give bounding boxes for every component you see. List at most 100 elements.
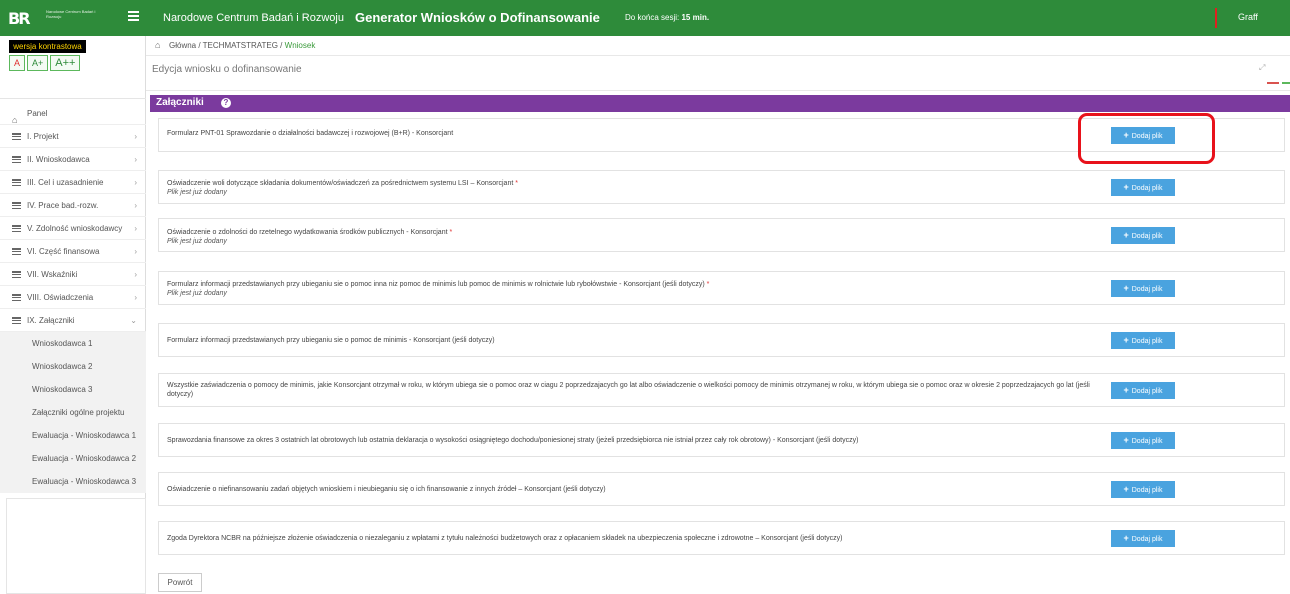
sidebar-item-projekt[interactable]: I. Projekt › <box>0 125 146 148</box>
sidebar-subitem-wnioskodawca-1[interactable]: Wnioskodawca 1 <box>0 332 146 355</box>
sidebar-item-zdolnosc[interactable]: V. Zdolność wnioskodawcy › <box>0 217 146 240</box>
attachment-title: Formularz informacji przedstawianych prz… <box>167 281 705 288</box>
add-file-button[interactable]: + Dodaj plik <box>1111 179 1175 196</box>
sidebar-subitem-ewaluacja-1[interactable]: Ewaluacja - Wnioskodawca 1 <box>0 424 146 447</box>
sidebar-subitem-wnioskodawca-2[interactable]: Wnioskodawca 2 <box>0 355 146 378</box>
sidebar-item-label: I. Projekt <box>27 132 59 141</box>
user-divider <box>1215 8 1217 28</box>
sidebar-item-label: IV. Prace bad.-rozw. <box>27 201 99 210</box>
sidebar-subitem-zalaczniki-ogolne[interactable]: Załączniki ogólne projektu <box>0 401 146 424</box>
plus-icon: + <box>1123 484 1129 494</box>
home-icon[interactable]: ⌂ <box>155 40 160 50</box>
sidebar-item-label: Panel <box>27 109 48 118</box>
add-file-button[interactable]: + Dodaj plik <box>1111 481 1175 498</box>
logo[interactable]: BR Narodowe Centrum Badań i Rozwoju <box>0 0 145 36</box>
attachment-title: Formularz PNT-01 Sprawozdanie o działaln… <box>167 130 454 137</box>
add-file-button[interactable]: + Dodaj plik <box>1111 227 1175 244</box>
breadcrumb-trail: Główna / TECHMATSTRATEG / Wniosek <box>169 41 315 50</box>
contrast-toggle-button[interactable]: wersja kontrastowa <box>9 40 86 53</box>
expand-icon[interactable]: ⤢ <box>1259 63 1265 73</box>
plus-icon: + <box>1123 230 1129 240</box>
font-size-medium-button[interactable]: A+ <box>27 55 49 71</box>
breadcrumb-separator: / <box>280 41 283 50</box>
list-icon <box>12 248 21 256</box>
sidebar-item-oswiadczenia[interactable]: VIII. Oświadczenia › <box>0 286 146 309</box>
chevron-right-icon: › <box>134 224 137 233</box>
sidebar-subitem-ewaluacja-3[interactable]: Ewaluacja - Wnioskodawca 3 <box>0 470 146 493</box>
attachment-label: Sprawozdania finansowe za okres 3 ostatn… <box>167 436 858 445</box>
sidebar-item-zalaczniki[interactable]: IX. Załączniki ⌄ <box>0 309 146 332</box>
add-file-label: Dodaj plik <box>1131 536 1163 543</box>
sidebar-subitem-ewaluacja-2[interactable]: Ewaluacja - Wnioskodawca 2 <box>0 447 146 470</box>
attachment-label: Formularz PNT-01 Sprawozdanie o działaln… <box>167 129 453 138</box>
add-file-label: Dodaj plik <box>1131 338 1163 345</box>
attachment-label: Wszystkie zaświadczenia o pomocy de mini… <box>167 381 1102 399</box>
sidebar-item-label: IX. Załączniki <box>27 316 75 325</box>
app-title: Generator Wniosków o Dofinansowanie <box>355 10 600 25</box>
chevron-right-icon: › <box>134 132 137 141</box>
chevron-right-icon: › <box>134 247 137 256</box>
sidebar-subitem-wnioskodawca-3[interactable]: Wnioskodawca 3 <box>0 378 146 401</box>
required-marker: * <box>706 281 710 288</box>
breadcrumb-item-current[interactable]: Wniosek <box>285 41 316 50</box>
add-file-label: Dodaj plik <box>1131 286 1163 293</box>
sidebar-item-finanse[interactable]: VI. Część finansowa › <box>0 240 146 263</box>
sidebar-item-wnioskodawca[interactable]: II. Wnioskodawca › <box>0 148 146 171</box>
required-marker: * <box>449 229 453 236</box>
list-icon <box>12 202 21 210</box>
plus-icon: + <box>1123 182 1129 192</box>
font-size-large-button[interactable]: A++ <box>50 55 81 71</box>
user-menu[interactable]: Graff <box>1238 12 1258 22</box>
back-button[interactable]: Powrót <box>158 573 202 592</box>
breadcrumb-item-program[interactable]: TECHMATSTRATEG <box>203 41 278 50</box>
add-file-label: Dodaj plik <box>1131 388 1163 395</box>
attachment-row: Zgoda Dyrektora NCBR na późniejsze złoże… <box>158 521 1285 555</box>
sidebar-item-prace[interactable]: IV. Prace bad.-rozw. › <box>0 194 146 217</box>
session-time: 15 min. <box>681 13 710 22</box>
plus-icon: + <box>1123 435 1129 445</box>
sidebar-item-panel[interactable]: ⌂ Panel <box>0 102 146 125</box>
attachment-title: Wszystkie zaświadczenia o pomocy de mini… <box>167 382 1090 398</box>
font-size-small-button[interactable]: A <box>9 55 26 71</box>
list-icon <box>12 133 21 141</box>
add-file-button[interactable]: + Dodaj plik <box>1111 530 1175 547</box>
sidebar-divider <box>0 98 146 99</box>
attachment-status: Plik jest już dodany <box>167 290 227 297</box>
required-marker: * <box>515 180 518 187</box>
session-timer: Do końca sesji: 15 min. <box>625 13 709 22</box>
attachment-row: Oświadczenie o niefinansowaniu zadań obj… <box>158 472 1285 506</box>
sidebar-item-wskazniki[interactable]: VII. Wskaźniki › <box>0 263 146 286</box>
add-file-button[interactable]: + Dodaj plik <box>1111 382 1175 399</box>
attachment-label: Formularz informacji przedstawianych prz… <box>167 280 709 298</box>
attachment-title: Zgoda Dyrektora NCBR na późniejsze złoże… <box>167 535 843 542</box>
chevron-down-icon: ⌄ <box>130 316 137 325</box>
sidebar-item-cel[interactable]: III. Cel i uzasadnienie › <box>0 171 146 194</box>
add-file-button[interactable]: + Dodaj plik <box>1111 280 1175 297</box>
add-file-button[interactable]: + Dodaj plik <box>1111 432 1175 449</box>
add-file-button[interactable]: + Dodaj plik <box>1111 332 1175 349</box>
attachment-label: Oświadczenie o zdolności do rzetelnego w… <box>167 228 452 246</box>
sidebar-item-label: V. Zdolność wnioskodawcy <box>27 224 123 233</box>
plus-icon: + <box>1123 385 1129 395</box>
breadcrumb-item-glowna[interactable]: Główna <box>169 41 196 50</box>
page-title: Edycja wniosku o dofinansowanie <box>152 64 302 75</box>
sidebar-nav: ⌂ Panel I. Projekt › II. Wnioskodawca › II… <box>0 102 146 493</box>
sidebar-item-label: VIII. Oświadczenia <box>27 293 94 302</box>
attachment-row: Oświadczenie woli dotyczące składania do… <box>158 170 1285 204</box>
breadcrumb: ⌂ Główna / TECHMATSTRATEG / Wniosek <box>146 36 1290 56</box>
attachment-title: Oświadczenie woli dotyczące składania do… <box>167 180 514 187</box>
sidebar-empty-area <box>6 498 146 594</box>
menu-toggle-icon[interactable] <box>128 11 139 21</box>
font-size-controls: A A+ A++ <box>9 55 81 71</box>
plus-icon: + <box>1123 283 1129 293</box>
attachment-label: Formularz informacji przedstawianych prz… <box>167 336 495 345</box>
sidebar-submenu: Wnioskodawca 1 Wnioskodawca 2 Wnioskodaw… <box>0 332 146 493</box>
logo-mark: BR <box>8 9 30 28</box>
attachment-title: Sprawozdania finansowe za okres 3 ostatn… <box>167 437 859 444</box>
chevron-right-icon: › <box>134 155 137 164</box>
chevron-right-icon: › <box>134 178 137 187</box>
attachment-status: Plik jest już dodany <box>167 189 227 196</box>
help-icon[interactable]: ? <box>221 98 231 108</box>
attachment-row: Formularz informacji przedstawianych prz… <box>158 323 1285 357</box>
plus-icon: + <box>1123 335 1129 345</box>
